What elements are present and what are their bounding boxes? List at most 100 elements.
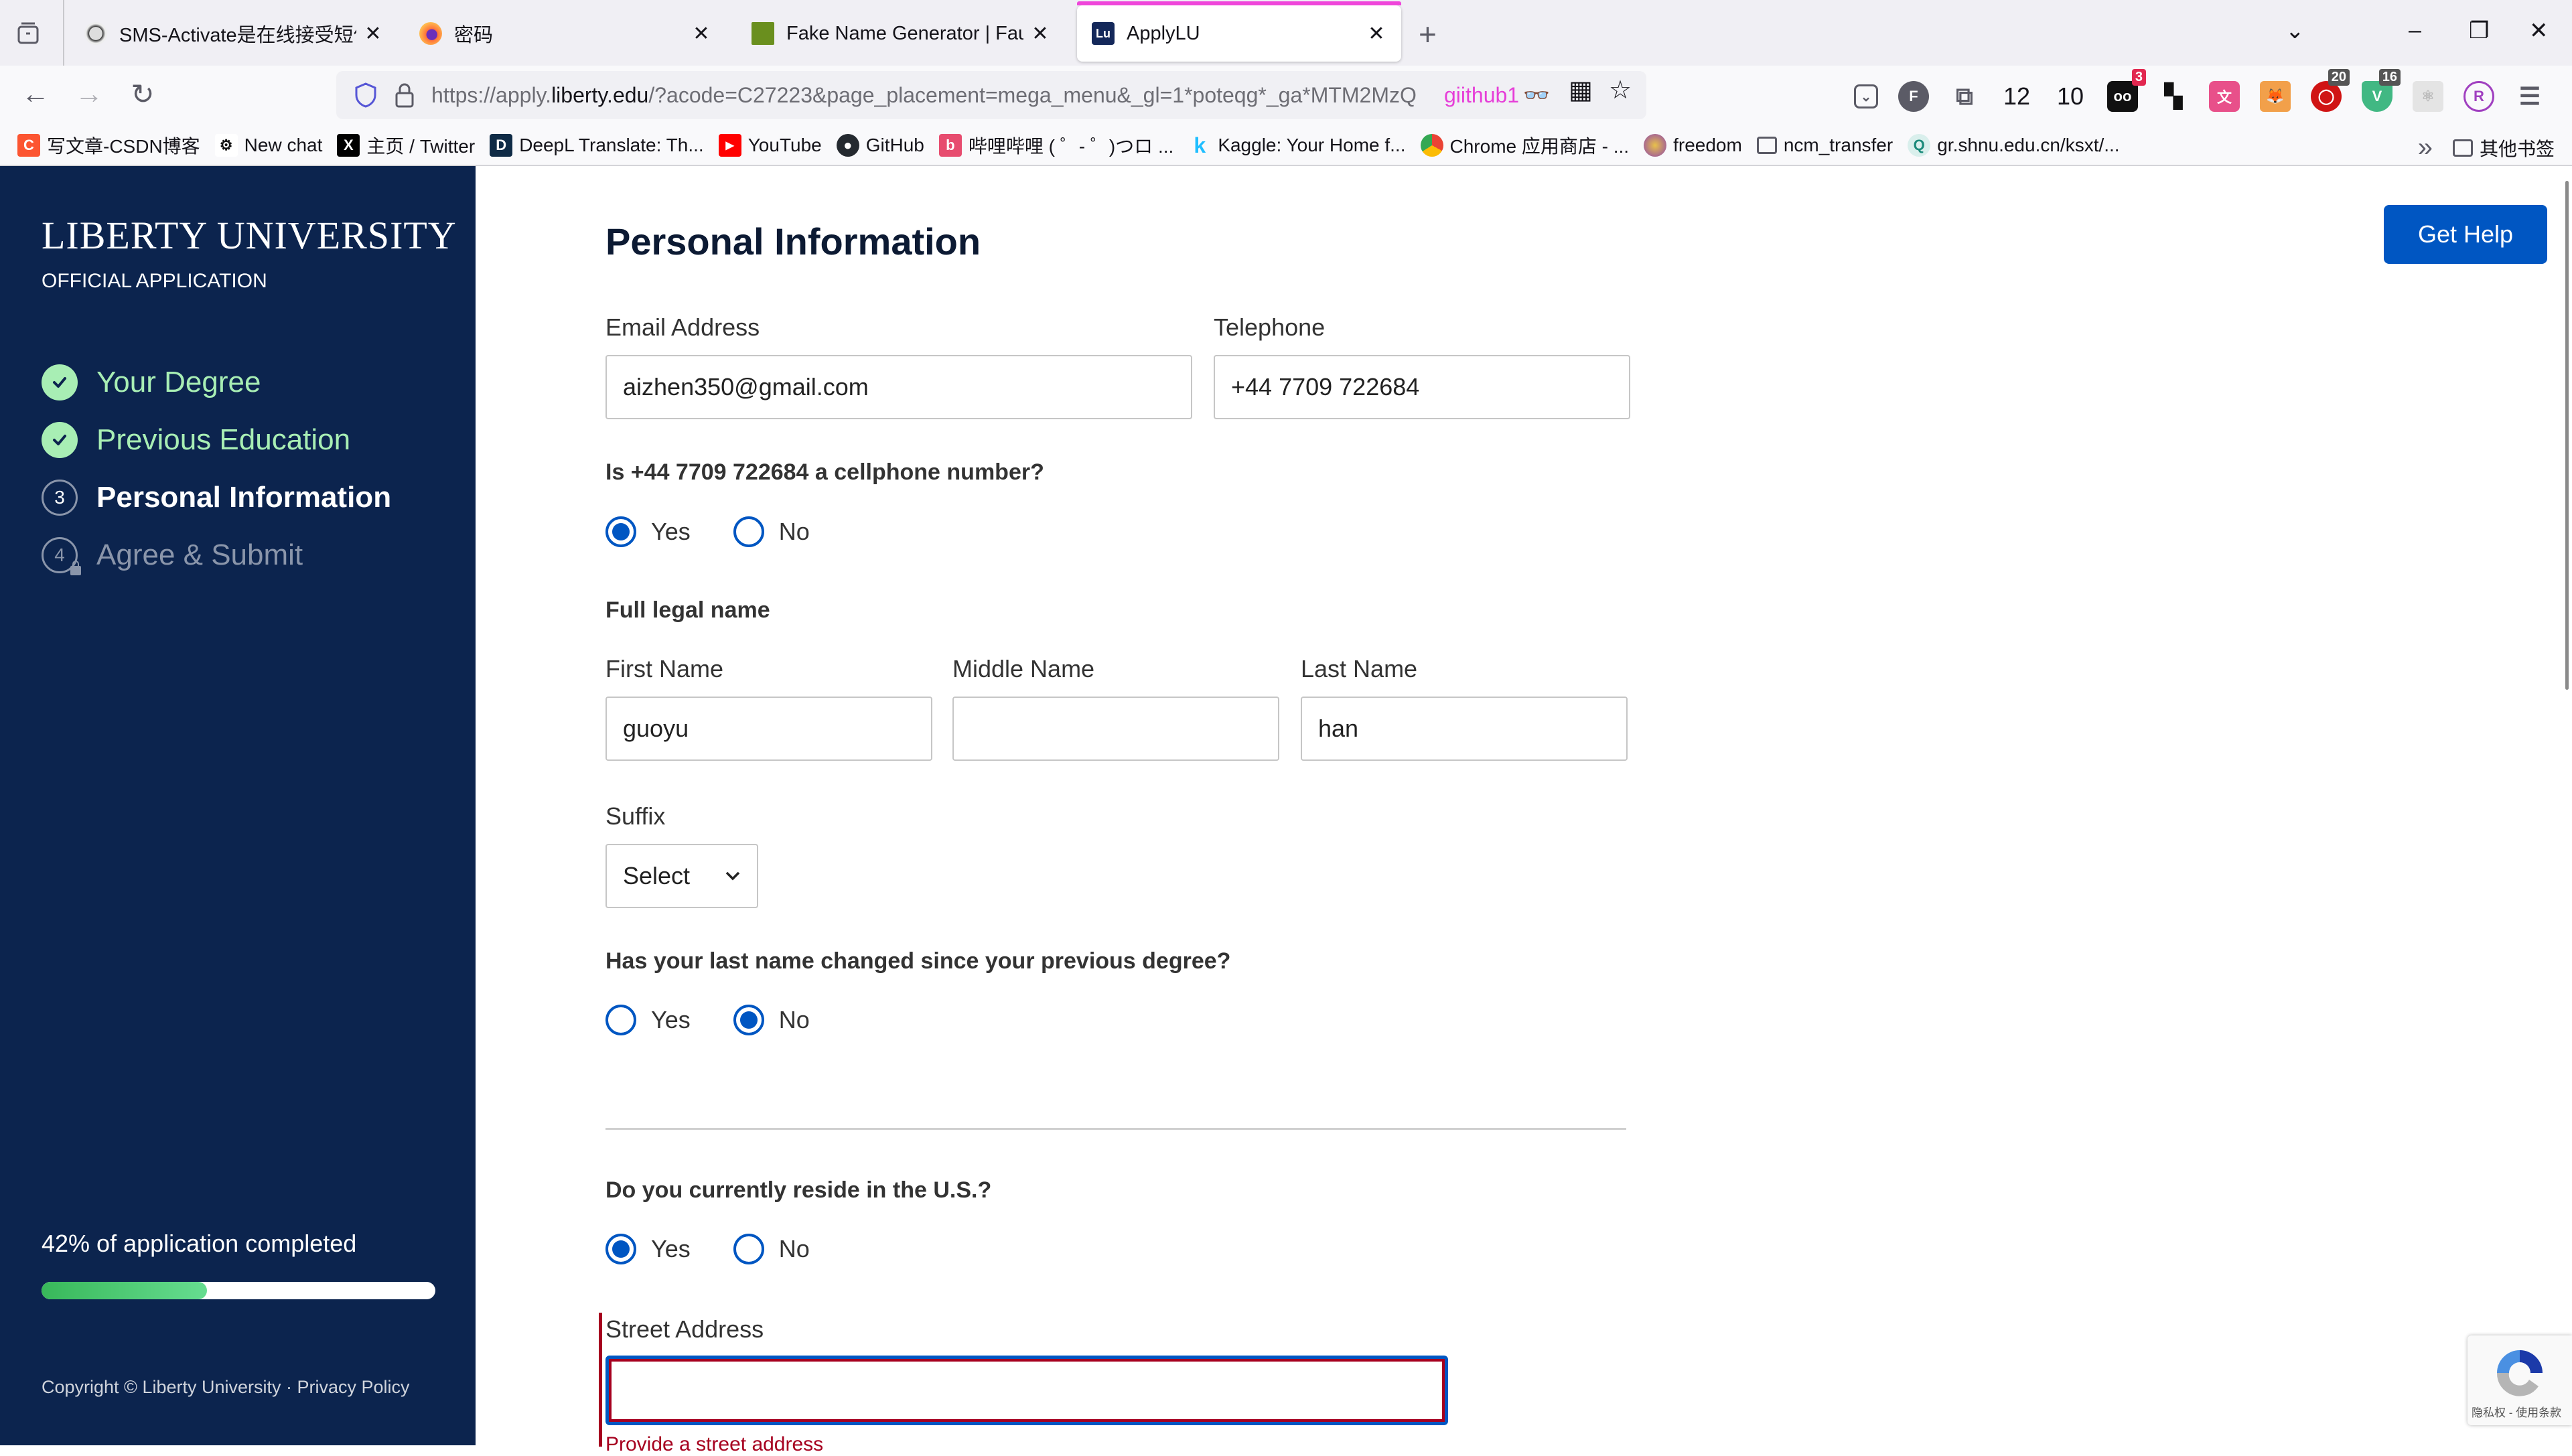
middle-name-field[interactable]	[952, 697, 1279, 761]
react-devtools-icon[interactable]: ⚛	[2413, 81, 2443, 112]
translate-icon[interactable]: 文	[2209, 81, 2240, 112]
bookmark-label: ncm_transfer	[1783, 135, 1894, 155]
name-changed-yes-radio[interactable]: Yes	[605, 1005, 691, 1035]
minimize-button[interactable]: –	[2409, 17, 2421, 44]
bookmark-twitter[interactable]: X 主页 / Twitter	[337, 132, 475, 159]
bookmark-kaggle[interactable]: k Kaggle: Your Home f...	[1188, 133, 1405, 157]
bookmark-label: 哔哩哔哩 ( ゜- ゜)つロ ...	[968, 136, 1174, 157]
first-name-field[interactable]	[605, 697, 932, 761]
vue-devtools-icon[interactable]: V 16	[2362, 69, 2401, 112]
bookmark-label: 主页 / Twitter	[366, 136, 476, 157]
step-your-degree[interactable]: Your Degree	[42, 354, 391, 411]
bookmark-deepl[interactable]: D DeepL Translate: Th...	[490, 134, 704, 157]
bookmark-freedom[interactable]: freedom	[1644, 134, 1742, 157]
account-icon[interactable]: R	[2463, 81, 2494, 112]
close-icon[interactable]: ✕	[1030, 22, 1050, 46]
email-field[interactable]	[605, 355, 1192, 419]
tab-list-button[interactable]	[15, 20, 42, 47]
university-logo[interactable]: LIBERTY UNIVERSITY	[42, 213, 457, 258]
page-title: Personal Information	[605, 220, 981, 263]
reside-us-yes-radio[interactable]: Yes	[605, 1234, 691, 1264]
last-name-field[interactable]	[1301, 697, 1628, 761]
cellphone-yes-radio[interactable]: Yes	[605, 516, 691, 547]
bookmark-new-chat[interactable]: ⚙ New chat	[214, 134, 322, 157]
tab-title: ApplyLU	[1127, 22, 1200, 44]
step-personal-information[interactable]: 3 Personal Information	[42, 469, 391, 526]
qr-code-icon[interactable]: ▦	[1569, 75, 1593, 105]
ghostery-icon[interactable]: oo 3	[2107, 69, 2146, 112]
counter-extension[interactable]: 12	[2000, 82, 2033, 111]
close-icon[interactable]: ✕	[1366, 22, 1386, 46]
adblock-icon[interactable]: ◯ 20	[2311, 69, 2350, 112]
telephone-label: Telephone	[1214, 313, 1326, 341]
bookmarks-overflow-icon[interactable]: »	[2418, 133, 2433, 163]
extension-label[interactable]: giithub1	[1444, 83, 1519, 108]
page-scrollbar[interactable]	[2565, 181, 2569, 690]
close-icon[interactable]: ✕	[691, 22, 711, 46]
forward-button[interactable]: →	[72, 78, 106, 110]
url-text[interactable]: https://apply.liberty.edu/?acode=C27223&…	[431, 83, 1436, 108]
step-label: Agree & Submit	[96, 538, 303, 571]
reside-us-radio-group: Yes No	[605, 1234, 810, 1264]
privacy-policy-link[interactable]: Privacy Policy	[297, 1377, 410, 1397]
recaptcha-terms[interactable]: 隐私权 - 使用条款	[2472, 1403, 2561, 1420]
pocket-icon[interactable]: ⌄	[1854, 84, 1878, 108]
recaptcha-badge[interactable]: 隐私权 - 使用条款	[2468, 1335, 2572, 1425]
tracking-shield-icon[interactable]	[354, 82, 378, 108]
close-window-button[interactable]: ✕	[2529, 17, 2549, 44]
bookmark-star-icon[interactable]: ☆	[1609, 75, 1632, 105]
f-extension-icon[interactable]: F	[1898, 81, 1929, 112]
close-icon[interactable]: ✕	[363, 22, 383, 46]
bookmark-label: YouTube	[747, 135, 822, 155]
page-content: LIBERTY UNIVERSITY OFFICIAL APPLICATION …	[0, 166, 2572, 1455]
street-address-field[interactable]	[605, 1356, 1448, 1425]
suffix-select[interactable]: Select	[605, 844, 758, 908]
tab-applylu[interactable]: Lu ApplyLU ✕	[1077, 1, 1401, 62]
copyright-text: Copyright © Liberty University ·	[42, 1377, 297, 1397]
restore-button[interactable]: ❐	[2469, 17, 2489, 44]
new-tab-button[interactable]: +	[1419, 16, 1437, 52]
back-button[interactable]: ←	[19, 78, 52, 110]
bookmark-youtube[interactable]: ▶ YouTube	[718, 134, 822, 157]
bookmark-label: DeepL Translate: Th...	[519, 135, 704, 155]
bookmark-chrome-webstore[interactable]: Chrome 应用商店 - ...	[1420, 132, 1630, 159]
cellphone-radio-group: Yes No	[605, 516, 810, 547]
cellphone-no-radio[interactable]: No	[733, 516, 810, 547]
grid-add-icon[interactable]: ▚	[2158, 81, 2189, 112]
tab-fake-name-generator[interactable]: Fake Name Generator | FauxID ✕	[737, 5, 1065, 62]
reside-us-no-radio[interactable]: No	[733, 1234, 810, 1264]
list-all-tabs-chevron-icon[interactable]: ⌄	[2285, 17, 2305, 44]
tab-sms-activate[interactable]: SMS-Activate是在线接受短信的 ✕	[70, 5, 398, 62]
glasses-icon[interactable]: 👓	[1523, 82, 1550, 108]
bookmark-shnu[interactable]: Qgr.shnu.edu.cn/ksxt/...	[1908, 134, 2120, 157]
step-previous-education[interactable]: Previous Education	[42, 411, 391, 469]
bookmark-bilibili[interactable]: b 哔哩哔哩 ( ゜- ゜)つロ ...	[938, 132, 1174, 159]
lock-icon[interactable]	[392, 82, 417, 108]
menu-hamburger-icon[interactable]: ☰	[2514, 81, 2545, 112]
extensions-puzzle-icon[interactable]: ⧉	[1949, 81, 1980, 112]
name-changed-radio-group: Yes No	[605, 1005, 810, 1035]
bookmark-folder-other[interactable]: 其他书签	[2452, 135, 2555, 161]
sms-activate-icon	[84, 22, 107, 45]
step-agree-submit: 4 Agree & Submit	[42, 526, 391, 584]
tab-title: SMS-Activate是在线接受短信的	[119, 25, 356, 46]
bookmark-label: Chrome 应用商店 - ...	[1449, 136, 1630, 157]
tab-list-icon	[17, 22, 39, 44]
reload-button[interactable]: ↻	[126, 78, 159, 111]
metamask-fox-icon[interactable]: 🦊	[2260, 81, 2291, 112]
lu-icon: Lu	[1092, 22, 1115, 45]
csdn-icon: C	[17, 134, 40, 157]
bookmark-folder-ncm-transfer[interactable]: ncm_transfer	[1756, 135, 1894, 156]
name-changed-no-radio[interactable]: No	[733, 1005, 810, 1035]
telephone-field[interactable]	[1214, 355, 1630, 419]
bookmark-github[interactable]: ● GitHub	[836, 134, 924, 157]
street-address-label: Street Address	[605, 1315, 764, 1343]
fake-name-generator-icon	[752, 22, 774, 45]
url-bar[interactable]: https://apply.liberty.edu/?acode=C27223&…	[336, 71, 1646, 119]
progress-label: 42% of application completed	[42, 1230, 357, 1257]
counter-extension[interactable]: 10	[2054, 82, 2087, 111]
bookmark-csdn[interactable]: C 写文章-CSDN博客	[17, 132, 200, 159]
tab-passwords[interactable]: 密码 ✕	[405, 5, 726, 62]
get-help-button[interactable]: Get Help	[2384, 205, 2547, 264]
radio-unselected-icon	[733, 516, 764, 547]
